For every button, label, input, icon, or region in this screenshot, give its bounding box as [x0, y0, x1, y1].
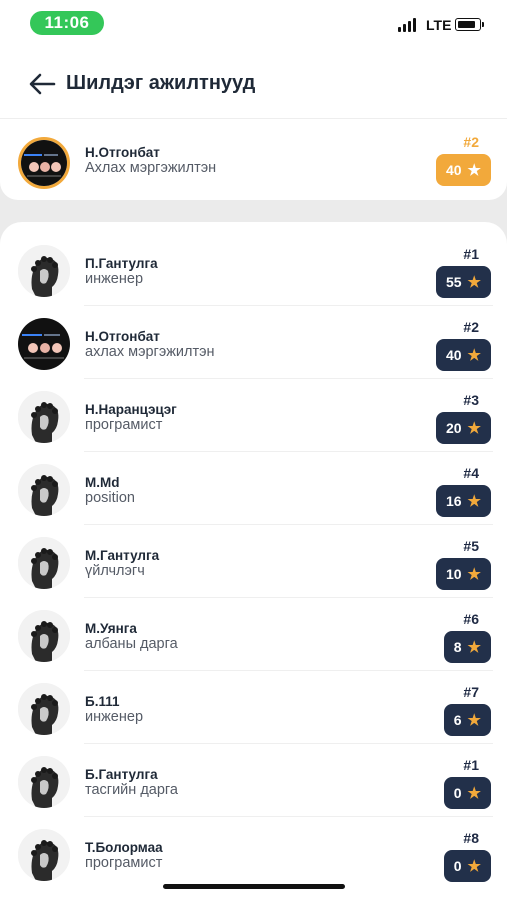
employee-name: М.Гантулга: [85, 548, 160, 563]
employee-position: ахлах мэргэжилтэн: [85, 344, 215, 360]
employee-points-badge: 6 ★: [443, 704, 491, 736]
employee-points-badge: 8 ★: [443, 631, 491, 663]
list-item[interactable]: М.Md position #4 16 ★: [0, 452, 507, 525]
star-icon: ★: [467, 273, 481, 291]
employee-points: 16: [445, 493, 462, 509]
employee-avatar: [18, 756, 70, 808]
status-time: 11:06: [30, 11, 104, 35]
employee-rank: #5: [463, 538, 479, 554]
employee-points: 40: [445, 347, 462, 363]
star-icon: ★: [467, 638, 481, 656]
status-bar: 11:06 LTE: [0, 0, 507, 48]
list-item[interactable]: Н.Наранцэцэг програмист #3 20 ★: [0, 379, 507, 452]
employee-avatar: [18, 537, 70, 589]
employee-avatar: [18, 245, 70, 297]
current-user-card[interactable]: Н.Отгонбат Ахлах мэргэжилтэн #2 40 ★: [0, 120, 507, 200]
employee-avatar: [18, 610, 70, 662]
list-item[interactable]: Н.Отгонбат ахлах мэргэжилтэн #2 40 ★: [0, 306, 507, 379]
employee-position: тасгийн дарга: [85, 782, 178, 798]
employee-avatar: [18, 683, 70, 735]
employee-name: М.Уянга: [85, 621, 137, 636]
star-icon: ★: [467, 784, 481, 802]
home-indicator: [163, 884, 345, 889]
app-header: Шилдэг ажилтнууд: [0, 60, 507, 110]
current-user-position: Ахлах мэргэжилтэн: [85, 160, 217, 176]
ranking-list: П.Гантулга инженер #1 55 ★ Н.Отгонбат ах…: [0, 222, 507, 900]
star-icon: ★: [467, 419, 481, 437]
employee-position: position: [85, 490, 135, 506]
list-item[interactable]: М.Уянга албаны дарга #6 8 ★: [0, 598, 507, 671]
header-divider: [0, 118, 507, 119]
employee-avatar: [18, 464, 70, 516]
star-icon: ★: [467, 492, 481, 510]
battery-icon: [455, 18, 484, 31]
employee-position: үйлчлэгч: [85, 563, 145, 579]
current-user-avatar: [18, 137, 70, 189]
employee-avatar: [18, 318, 70, 370]
employee-points-badge: 16 ★: [435, 485, 491, 517]
employee-position: инженер: [85, 709, 144, 725]
employee-points: 20: [445, 420, 462, 436]
employee-avatar: [18, 829, 70, 881]
employee-name: П.Гантулга: [85, 256, 158, 271]
back-arrow-icon[interactable]: [28, 72, 56, 96]
employee-points-badge: 0 ★: [443, 850, 491, 882]
employee-points-badge: 0 ★: [443, 777, 491, 809]
employee-points: 55: [445, 274, 462, 290]
current-user-points-badge: 40 ★: [435, 154, 491, 186]
star-icon: ★: [467, 161, 481, 179]
employee-rank: #2: [463, 319, 479, 335]
employee-name: Н.Отгонбат: [85, 329, 160, 344]
list-item[interactable]: П.Гантулга инженер #1 55 ★: [0, 233, 507, 306]
network-label: LTE: [426, 17, 452, 33]
current-user-name: Н.Отгонбат: [85, 145, 160, 160]
list-item[interactable]: М.Гантулга үйлчлэгч #5 10 ★: [0, 525, 507, 598]
current-user-rank: #2: [463, 134, 479, 150]
employee-name: Б.111: [85, 694, 120, 709]
page-title: Шилдэг ажилтнууд: [66, 72, 256, 94]
employee-rank: #3: [463, 392, 479, 408]
employee-points-badge: 55 ★: [435, 266, 491, 298]
employee-rank: #8: [463, 830, 479, 846]
star-icon: ★: [467, 857, 481, 875]
list-item[interactable]: Т.Болормаа програмист #8 0 ★: [0, 817, 507, 890]
employee-points-badge: 20 ★: [435, 412, 491, 444]
employee-points: 0: [453, 785, 462, 801]
star-icon: ★: [467, 711, 481, 729]
screen-avatar-image: [21, 140, 67, 186]
star-icon: ★: [467, 565, 481, 583]
employee-name: М.Md: [85, 475, 120, 490]
employee-points-badge: 40 ★: [435, 339, 491, 371]
employee-position: програмист: [85, 855, 163, 871]
employee-rank: #7: [463, 684, 479, 700]
list-item[interactable]: Б.111 инженер #7 6 ★: [0, 671, 507, 744]
employee-points: 0: [453, 858, 462, 874]
employee-position: албаны дарга: [85, 636, 178, 652]
signal-icon: [398, 18, 418, 32]
employee-points: 6: [453, 712, 462, 728]
star-icon: ★: [467, 346, 481, 364]
employee-rank: #1: [463, 757, 479, 773]
top-panel: 11:06 LTE Шилдэг ажилтнууд Н.Отгонбат Ах…: [0, 0, 507, 200]
current-user-points: 40: [445, 162, 462, 178]
list-item[interactable]: Б.Гантулга тасгийн дарга #1 0 ★: [0, 744, 507, 817]
employee-position: инженер: [85, 271, 144, 287]
employee-name: Т.Болормаа: [85, 840, 163, 855]
employee-rank: #1: [463, 246, 479, 262]
employee-name: Н.Наранцэцэг: [85, 402, 177, 417]
employee-rank: #6: [463, 611, 479, 627]
employee-name: Б.Гантулга: [85, 767, 158, 782]
employee-points: 10: [445, 566, 462, 582]
employee-rank: #4: [463, 465, 479, 481]
employee-points-badge: 10 ★: [435, 558, 491, 590]
employee-points: 8: [453, 639, 462, 655]
employee-avatar: [18, 391, 70, 443]
employee-position: програмист: [85, 417, 163, 433]
